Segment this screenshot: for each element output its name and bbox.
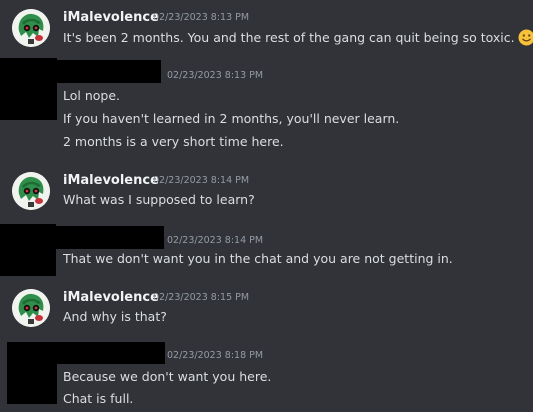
message-line: Chat is full.	[63, 391, 134, 406]
message-line: If you haven't learned in 2 months, you'…	[63, 111, 400, 126]
message-line: Because we don't want you here.	[63, 369, 272, 384]
message-timestamp: 02/23/2023 8:18 PM	[167, 350, 264, 361]
message-line: And why is that?	[63, 309, 167, 324]
redacted-username	[57, 60, 161, 83]
message-line: That we don't want you in the chat and y…	[63, 251, 453, 266]
user-avatar[interactable]	[12, 9, 50, 47]
user-avatar[interactable]	[12, 289, 50, 327]
chat-message-list: iMalevolence 02/23/2023 8:13 PM It's bee…	[0, 0, 533, 412]
message-timestamp: 02/23/2023 8:13 PM	[153, 12, 250, 23]
redacted-avatar-and-name	[0, 58, 57, 120]
redacted-avatar-and-name	[0, 224, 56, 276]
message-line: What was I supposed to learn?	[63, 192, 255, 207]
message-text: It's been 2 months. You and the rest of …	[63, 29, 533, 46]
slightly-smiling-face-icon	[518, 29, 533, 46]
message-timestamp: 02/23/2023 8:14 PM	[167, 235, 264, 246]
green-haired-character-avatar-icon	[12, 9, 50, 47]
redacted-username	[57, 342, 165, 364]
redacted-username	[56, 226, 164, 249]
user-avatar[interactable]	[12, 172, 50, 210]
message-line: Lol nope.	[63, 88, 121, 103]
message-author[interactable]: iMalevolence	[63, 173, 159, 188]
message-timestamp: 02/23/2023 8:14 PM	[153, 175, 250, 186]
message-timestamp: 02/23/2023 8:13 PM	[167, 70, 264, 81]
green-haired-character-avatar-icon	[12, 289, 50, 327]
green-haired-character-avatar-icon	[12, 172, 50, 210]
message-timestamp: 02/23/2023 8:15 PM	[153, 292, 250, 303]
message-author[interactable]: iMalevolence	[63, 290, 159, 305]
message-line: 2 months is a very short time here.	[63, 134, 284, 149]
message-line: It's been 2 months. You and the rest of …	[63, 30, 515, 45]
redacted-avatar-and-name	[7, 342, 57, 404]
message-author[interactable]: iMalevolence	[63, 10, 159, 25]
